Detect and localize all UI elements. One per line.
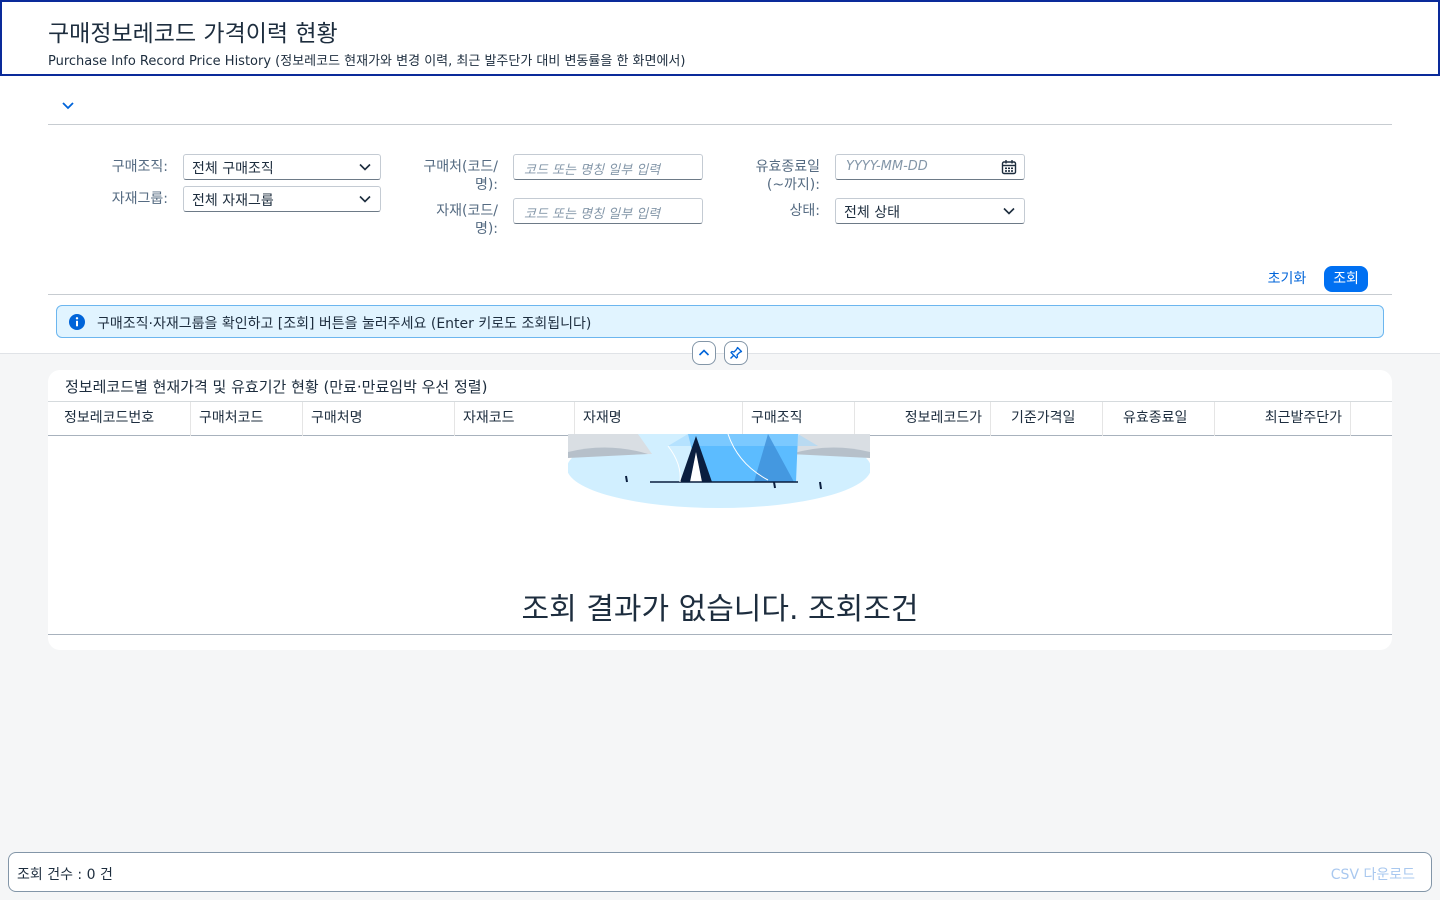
valid-to-label-line1: 유효종료일 bbox=[755, 159, 820, 175]
info-message-strip: 구매조직·자재그룹을 확인하고 [조회] 버튼을 눌러주세요 (Enter 키로… bbox=[56, 305, 1384, 338]
collapse-filter-chevron-icon[interactable] bbox=[60, 98, 76, 114]
column-header[interactable]: 구매처코드 bbox=[191, 402, 303, 436]
search-button[interactable]: 조회 bbox=[1324, 266, 1368, 292]
footer-toolbar: 조회 건수 : 0 건 CSV 다운로드 bbox=[8, 852, 1432, 892]
material-label-line1: 자재(코드/ bbox=[436, 203, 498, 219]
material-label: 자재(코드/ 명): bbox=[398, 202, 498, 238]
material-label-line2: 명): bbox=[474, 221, 498, 237]
material-group-value: 전체 자재그룹 bbox=[192, 193, 274, 209]
table-header: 정보레코드번호 구매처코드 구매처명 자재코드 자재명 구매조직 정보레코드가 … bbox=[48, 401, 1392, 436]
valid-to-placeholder: YYYY-MM-DD bbox=[846, 159, 928, 174]
column-header[interactable]: 정보레코드번호 bbox=[56, 402, 191, 436]
results-panel: 정보레코드별 현재가격 및 유효기간 현황 (만료·만료임박 우선 정렬) 정보… bbox=[48, 370, 1392, 650]
material-input[interactable]: 코드 또는 명칭 일부 입력 bbox=[513, 198, 703, 224]
valid-to-label-line2: (~까지): bbox=[766, 177, 820, 193]
empty-state-text: 조회 결과가 없습니다. 조회조건 bbox=[521, 592, 919, 627]
page-header: 구매정보레코드 가격이력 현황 Purchase Info Record Pri… bbox=[0, 0, 1440, 76]
vendor-label: 구매처(코드/ 명): bbox=[398, 158, 498, 194]
pin-header-button[interactable] bbox=[724, 341, 748, 365]
vendor-label-line1: 구매처(코드/ bbox=[423, 159, 498, 175]
info-icon bbox=[69, 314, 85, 330]
vendor-input[interactable]: 코드 또는 명칭 일부 입력 bbox=[513, 154, 703, 180]
calendar-icon[interactable] bbox=[1001, 159, 1017, 175]
reset-button[interactable]: 초기화 bbox=[1258, 268, 1316, 290]
purch-org-label: 구매조직: bbox=[111, 159, 168, 175]
chevron-down-icon bbox=[1003, 207, 1015, 215]
material-group-select[interactable]: 전체 자재그룹 bbox=[183, 186, 381, 212]
valid-to-label: 유효종료일 (~까지): bbox=[718, 158, 820, 194]
column-header[interactable]: 구매처명 bbox=[303, 402, 455, 436]
collapse-header-button[interactable] bbox=[692, 341, 716, 365]
column-header[interactable]: 유효종료일 bbox=[1115, 402, 1215, 436]
column-header[interactable]: 최근발주단가 bbox=[1215, 402, 1351, 436]
chevron-down-icon bbox=[359, 195, 371, 203]
vendor-label-line2: 명): bbox=[474, 177, 498, 193]
filter-actions-divider bbox=[48, 294, 1392, 295]
vendor-placeholder: 코드 또는 명칭 일부 입력 bbox=[524, 163, 661, 178]
status-select[interactable]: 전체 상태 bbox=[835, 198, 1025, 224]
result-count: 조회 건수 : 0 건 bbox=[17, 867, 113, 883]
page-title: 구매정보레코드 가격이력 현황 bbox=[48, 21, 338, 47]
column-header[interactable]: 자재코드 bbox=[455, 402, 575, 436]
chevron-up-icon bbox=[698, 349, 710, 356]
empty-state-tent-illustration bbox=[568, 434, 870, 508]
column-header[interactable]: 자재명 bbox=[575, 402, 743, 436]
material-placeholder: 코드 또는 명칭 일부 입력 bbox=[524, 207, 661, 222]
status-value: 전체 상태 bbox=[844, 205, 900, 221]
pin-icon bbox=[730, 346, 743, 359]
purch-org-select[interactable]: 전체 구매조직 bbox=[183, 154, 381, 180]
column-header[interactable]: 기준가격일 bbox=[1003, 402, 1103, 436]
status-label: 상태: bbox=[789, 203, 820, 219]
info-message-text: 구매조직·자재그룹을 확인하고 [조회] 버튼을 눌러주세요 (Enter 키로… bbox=[97, 316, 592, 332]
table-title: 정보레코드별 현재가격 및 유효기간 현황 (만료·만료임박 우선 정렬) bbox=[65, 378, 488, 396]
page-subtitle: Purchase Info Record Price History (정보레코… bbox=[48, 54, 686, 69]
valid-to-date-input[interactable]: YYYY-MM-DD bbox=[835, 154, 1025, 180]
column-header[interactable]: 정보레코드가 bbox=[855, 402, 991, 436]
material-group-label: 자재그룹: bbox=[111, 191, 168, 207]
chevron-down-icon bbox=[359, 163, 371, 171]
table-bottom-border bbox=[48, 634, 1392, 635]
filter-divider bbox=[48, 124, 1392, 125]
column-header[interactable]: 구매조직 bbox=[743, 402, 855, 436]
purch-org-value: 전체 구매조직 bbox=[192, 161, 274, 177]
csv-download-button[interactable]: CSV 다운로드 bbox=[1331, 864, 1415, 884]
